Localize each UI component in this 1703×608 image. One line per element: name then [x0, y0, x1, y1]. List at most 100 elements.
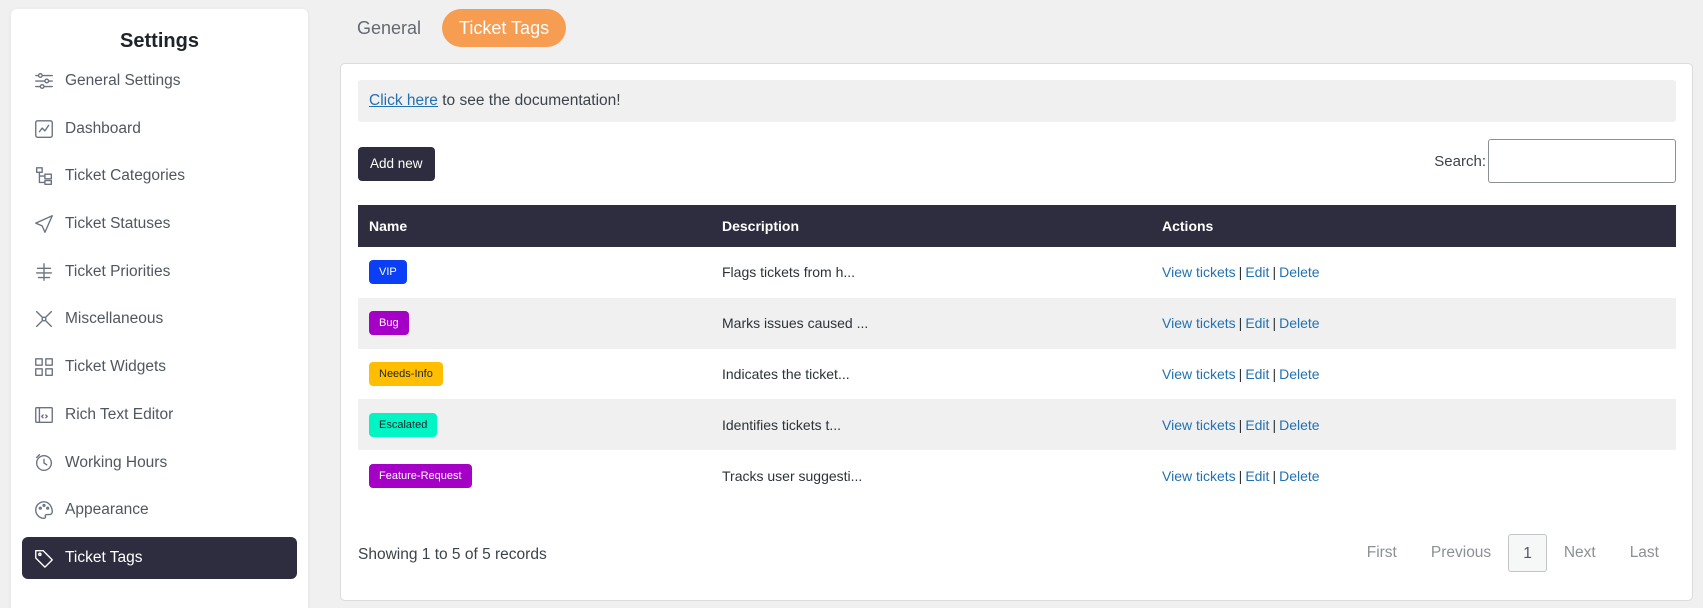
sidebar-item-working-hours[interactable]: Working Hours [22, 442, 297, 484]
documentation-text: to see the documentation! [437, 92, 621, 109]
delete-link[interactable]: Delete [1279, 366, 1319, 382]
cell-actions: View tickets | Edit | Delete [1151, 450, 1676, 501]
sidebar-title: Settings [120, 30, 199, 52]
action-separator: | [1272, 467, 1277, 484]
cell-name: Bug [358, 298, 711, 349]
view-tickets-link[interactable]: View tickets [1162, 315, 1236, 331]
view-tickets-link[interactable]: View tickets [1162, 417, 1236, 433]
pagination-first[interactable]: First [1350, 534, 1414, 572]
priority-icon [33, 261, 55, 283]
sidebar-item-label: Rich Text Editor [65, 405, 174, 423]
action-separator: | [1238, 315, 1243, 332]
cell-name: VIP [358, 247, 711, 298]
tag-badge[interactable]: VIP [369, 260, 407, 285]
sidebar-item-ticket-tags[interactable]: Ticket Tags [22, 536, 297, 579]
view-tickets-link[interactable]: View tickets [1162, 468, 1236, 484]
sidebar-item-label: Dashboard [65, 119, 141, 137]
chart-icon [33, 118, 55, 140]
action-separator: | [1238, 264, 1243, 281]
sidebar-item-label: Ticket Categories [65, 167, 186, 185]
action-separator: | [1238, 365, 1243, 382]
documentation-notice: Click here to see the documentation! [358, 80, 1676, 122]
cell-description: Identifies tickets t... [722, 416, 842, 433]
palette-icon [33, 499, 55, 521]
sidebar-item-label: Ticket Statuses [65, 215, 171, 233]
pagination-last[interactable]: Last [1613, 534, 1676, 572]
edit-link[interactable]: Edit [1245, 417, 1269, 433]
view-tickets-link[interactable]: View tickets [1162, 366, 1236, 382]
column-header-description[interactable]: Description [711, 205, 1151, 247]
table-body: VIP Flags tickets from h... View tickets | E… [358, 247, 1676, 501]
view-tickets-link[interactable]: View tickets [1162, 264, 1236, 280]
action-separator: | [1272, 264, 1277, 281]
send-icon [33, 213, 55, 235]
sidebar-item-label: Ticket Priorities [65, 262, 171, 280]
sidebar-item-ticket-priorities[interactable]: Ticket Priorities [22, 251, 297, 293]
sidebar-item-ticket-widgets[interactable]: Ticket Widgets [22, 346, 297, 388]
action-separator: | [1238, 416, 1243, 433]
delete-link[interactable]: Delete [1279, 417, 1319, 433]
tools-icon [33, 308, 55, 330]
tags-table: Name Description Actions VIP Flags ticket… [358, 205, 1676, 501]
cell-description: Tracks user suggesti... [722, 467, 863, 484]
tab-ticket-tags[interactable]: Ticket Tags [442, 9, 567, 47]
settings-sidebar: Settings General Settings Dashboard Ticket… [11, 9, 308, 608]
add-new-button[interactable]: Add new [358, 147, 435, 181]
edit-link[interactable]: Edit [1245, 468, 1269, 484]
tag-badge[interactable]: Feature-Request [369, 463, 472, 488]
action-separator: | [1272, 365, 1277, 382]
code-window-icon [33, 404, 55, 426]
sidebar-menu: General Settings Dashboard Ticket Categori… [11, 60, 308, 579]
sidebar-item-appearance[interactable]: Appearance [22, 489, 297, 531]
cell-actions: View tickets | Edit | Delete [1151, 399, 1676, 450]
settings-tabs: General Ticket Tags [344, 9, 574, 47]
column-header-name[interactable]: Name [358, 205, 711, 247]
cell-actions: View tickets | Edit | Delete [1151, 349, 1676, 400]
sidebar-item-label: General Settings [65, 72, 181, 89]
sliders-icon [33, 70, 55, 92]
pagination-next[interactable]: Next [1547, 534, 1613, 572]
cell-name: Needs-Info [358, 349, 711, 400]
delete-link[interactable]: Delete [1279, 468, 1319, 484]
sidebar-item-label: Ticket Tags [65, 548, 143, 566]
sidebar-item-dashboard[interactable]: Dashboard [22, 108, 297, 150]
tag-badge[interactable]: Escalated [369, 412, 438, 437]
pagination: First Previous 1 Next Last [1350, 534, 1676, 572]
table-header-row: Name Description Actions [358, 205, 1676, 247]
edit-link[interactable]: Edit [1245, 315, 1269, 331]
pagination-page-current[interactable]: 1 [1508, 534, 1547, 572]
sidebar-item-rich-text-editor[interactable]: Rich Text Editor [22, 394, 297, 436]
sidebar-item-ticket-categories[interactable]: Ticket Categories [22, 155, 297, 197]
widgets-icon [33, 356, 55, 378]
clock-icon [33, 452, 55, 474]
documentation-link[interactable]: Click here [369, 92, 438, 109]
sidebar-item-miscellaneous[interactable]: Miscellaneous [22, 298, 297, 340]
table-row: Escalated Identifies tickets t... View tic… [358, 399, 1676, 451]
edit-link[interactable]: Edit [1245, 264, 1269, 280]
tag-badge[interactable]: Bug [369, 311, 409, 336]
search-input[interactable] [1488, 139, 1676, 183]
cell-description: Marks issues caused ... [722, 315, 869, 332]
search-label: Search: [1434, 152, 1486, 170]
tag-badge[interactable]: Needs-Info [369, 361, 443, 386]
table-row: Feature-Request Tracks user suggesti... Vi… [358, 450, 1676, 501]
table-row: Bug Marks issues caused ... View tickets | E… [358, 297, 1676, 349]
sidebar-item-ticket-statuses[interactable]: Ticket Statuses [22, 203, 297, 245]
action-separator: | [1238, 467, 1243, 484]
delete-link[interactable]: Delete [1279, 264, 1319, 280]
main-panel: Click here to see the documentation! Add… [340, 63, 1693, 601]
tab-general[interactable]: General [344, 9, 434, 47]
edit-link[interactable]: Edit [1245, 366, 1269, 382]
cell-actions: View tickets | Edit | Delete [1151, 298, 1676, 349]
records-info: Showing 1 to 5 of 5 records [358, 546, 547, 563]
app-root: Settings General Settings Dashboard Ticket… [0, 0, 1703, 608]
cell-description: Indicates the ticket... [722, 365, 850, 382]
action-separator: | [1272, 416, 1277, 433]
pagination-previous[interactable]: Previous [1414, 534, 1508, 572]
sidebar-item-label: Working Hours [65, 453, 168, 471]
sidebar-item-general-settings[interactable]: General Settings [22, 60, 297, 102]
cell-description: Flags tickets from h... [722, 264, 856, 281]
search-area: Search: [1434, 139, 1676, 183]
delete-link[interactable]: Delete [1279, 315, 1319, 331]
column-header-actions: Actions [1162, 218, 1214, 234]
